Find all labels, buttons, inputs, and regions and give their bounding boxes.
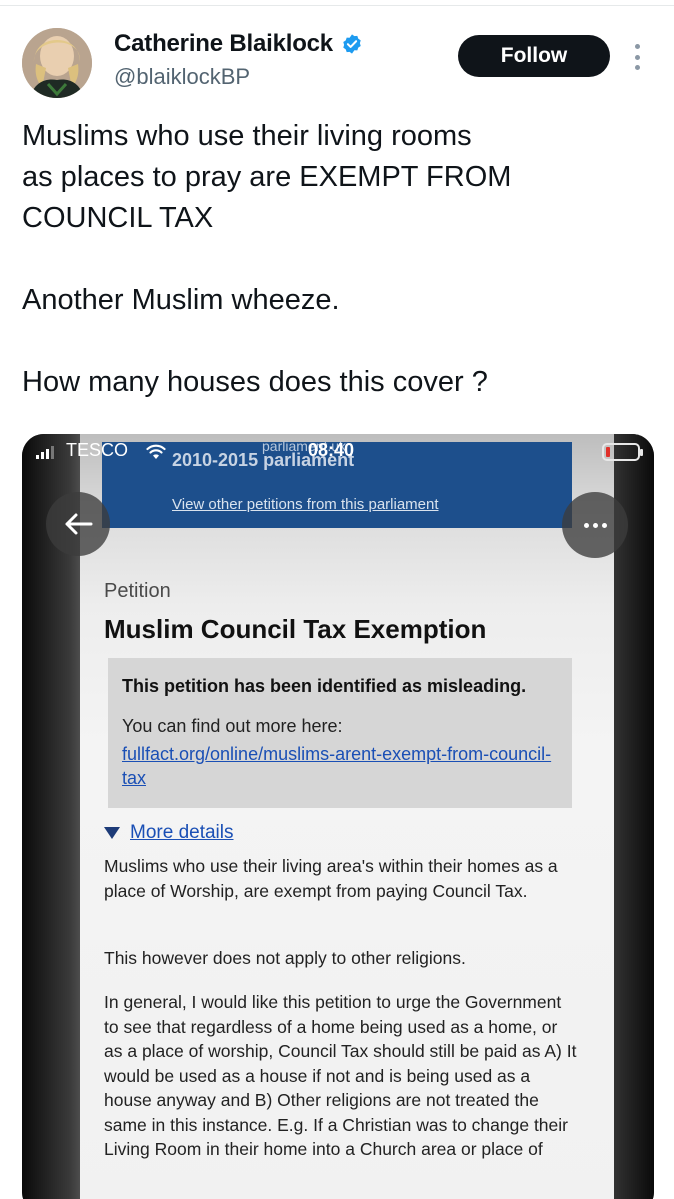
petition-paragraph-2: This however does not apply to other rel… bbox=[104, 948, 466, 968]
verified-badge-icon bbox=[343, 34, 361, 54]
petition-paragraph-1: Muslims who use their living area's with… bbox=[104, 856, 558, 901]
triangle-down-icon bbox=[104, 827, 120, 839]
petition-paragraph-3: In general, I would like this petition t… bbox=[104, 992, 577, 1159]
phone-status-bar: TESCO 08:40 bbox=[22, 434, 654, 470]
petition-label: Petition bbox=[104, 580, 171, 602]
notice-link: fullfact.org/online/muslims-arent-exempt… bbox=[122, 744, 552, 788]
carrier-label: TESCO bbox=[66, 440, 129, 460]
author-name[interactable]: Catherine Blaiklock bbox=[114, 30, 333, 58]
back-arrow-icon[interactable] bbox=[46, 492, 110, 556]
petition-page-screenshot: parliament.uk 2010-2015 parliament View … bbox=[80, 434, 614, 1199]
signal-icon bbox=[36, 445, 54, 459]
profile-photo bbox=[22, 28, 92, 98]
wifi-icon bbox=[146, 444, 166, 459]
avatar[interactable] bbox=[22, 28, 92, 98]
notice-heading: This petition has been identified as mis… bbox=[122, 676, 527, 696]
tweet-text: Muslims who use their living rooms as pl… bbox=[22, 120, 512, 398]
more-details-toggle: More details bbox=[104, 822, 234, 844]
follow-button[interactable]: Follow bbox=[458, 35, 610, 77]
misleading-notice: This petition has been identified as mis… bbox=[108, 658, 572, 808]
tweet-media[interactable]: parliament.uk 2010-2015 parliament View … bbox=[22, 434, 654, 1199]
banner-link: View other petitions from this parliamen… bbox=[172, 496, 439, 513]
more-horizontal-icon[interactable] bbox=[562, 492, 628, 558]
more-details-label: More details bbox=[130, 822, 234, 843]
more-vertical-icon[interactable] bbox=[626, 40, 648, 74]
notice-body: You can find out more here: bbox=[122, 716, 343, 736]
author-handle[interactable]: @blaiklockBP bbox=[114, 64, 250, 90]
battery-icon bbox=[602, 443, 643, 461]
petition-title: Muslim Council Tax Exemption bbox=[104, 614, 487, 644]
status-time: 08:40 bbox=[308, 440, 355, 460]
top-divider bbox=[0, 0, 674, 6]
